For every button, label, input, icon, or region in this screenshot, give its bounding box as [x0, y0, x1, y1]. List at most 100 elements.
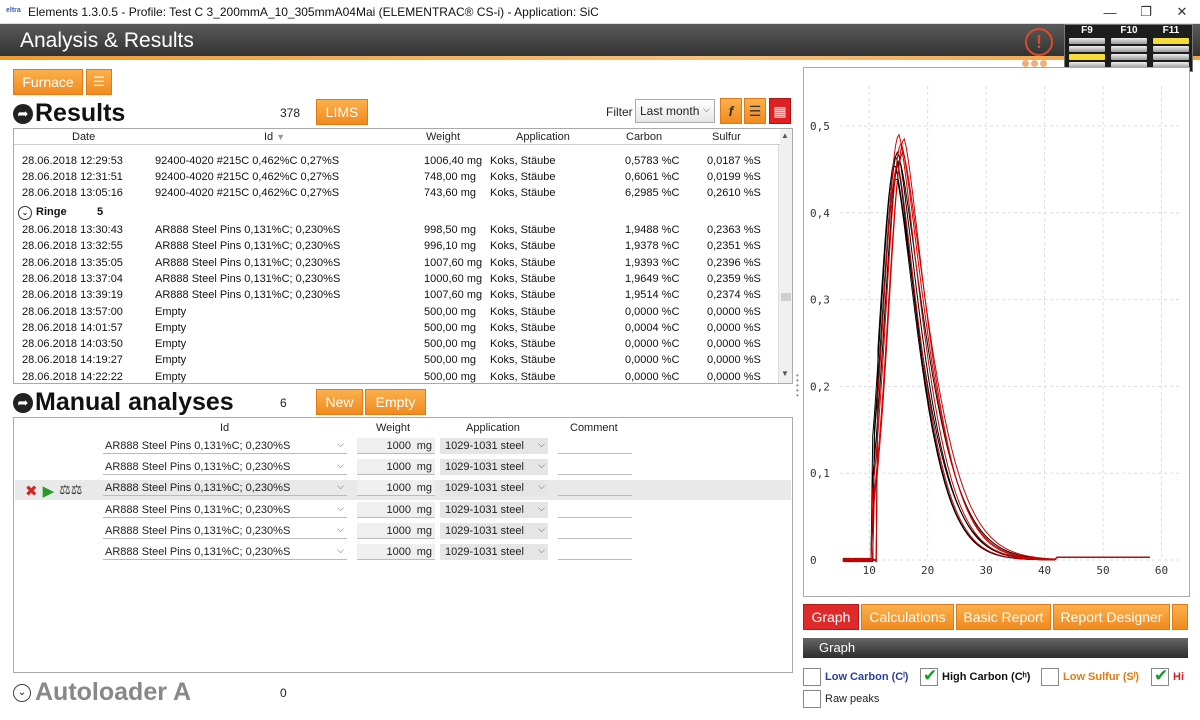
col-date[interactable]: Date: [72, 131, 95, 143]
manual-col-comment: Comment: [570, 422, 618, 434]
comment-input[interactable]: [558, 480, 632, 497]
weight-input[interactable]: 1000 mg: [357, 544, 435, 560]
export-pdf-icon[interactable]: ▦: [769, 98, 791, 124]
list-icon[interactable]: ☰: [744, 98, 766, 124]
col-sulfur[interactable]: Sulfur: [712, 131, 741, 143]
pin-icon[interactable]: ➦: [13, 103, 33, 124]
weight-input[interactable]: 1000 mg: [357, 522, 435, 539]
low-carbon-checkbox[interactable]: [803, 668, 821, 686]
tab-basic-report[interactable]: Basic Report: [956, 604, 1051, 630]
raw-peaks-checkbox[interactable]: [803, 690, 821, 708]
sample-id-select[interactable]: AR888 Steel Pins 0,131%C; 0,230%S ⌵: [103, 502, 347, 518]
manual-table[interactable]: Id Weight Application Comment AR888 Stee…: [13, 417, 793, 673]
expand-icon[interactable]: ⌄: [13, 683, 31, 702]
tab-graph[interactable]: Graph: [803, 604, 859, 630]
table-row[interactable]: 28.06.2018 13:57:00 Empty 500,00 mg Koks, S…: [14, 304, 780, 320]
application-select[interactable]: 1029-1031 steel ⌵: [440, 459, 548, 476]
minimize-icon[interactable]: —: [1092, 0, 1128, 24]
results-table[interactable]: Date Id ▼ Weight Application Carbon Sulf…: [13, 128, 793, 384]
high-carbon-checkbox[interactable]: [920, 666, 938, 686]
empty-button[interactable]: Empty: [365, 389, 426, 415]
autoloader-section-title[interactable]: ⌄ Autoloader A: [13, 678, 191, 707]
balance-icon[interactable]: ⚖⚖: [59, 482, 82, 500]
application-select[interactable]: 1029-1031 steel ⌵: [440, 501, 548, 518]
table-row[interactable]: 28.06.2018 13:39:19 AR888 Steel Pins 0,13…: [14, 287, 780, 303]
sample-id-select[interactable]: AR888 Steel Pins 0,131%C; 0,230%S ⌵: [103, 480, 347, 497]
tab-report-designer[interactable]: Report Designer: [1053, 604, 1170, 630]
restore-icon[interactable]: ❐: [1128, 0, 1164, 24]
table-row[interactable]: 28.06.2018 14:01:57 Empty 500,00 mg Koks, S…: [14, 320, 780, 336]
table-row[interactable]: 28.06.2018 12:29:53 92400-4020 #215C 0,46…: [14, 153, 780, 169]
furnace-button[interactable]: Furnace: [13, 69, 83, 95]
sample-id-select[interactable]: AR888 Steel Pins 0,131%C; 0,230%S ⌵: [103, 544, 347, 560]
play-icon[interactable]: ▶: [43, 482, 55, 500]
scrollbar-thumb[interactable]: [781, 293, 791, 301]
low-sulfur-checkbox[interactable]: [1041, 668, 1059, 686]
lims-button[interactable]: LIMS: [316, 99, 368, 125]
table-cell: 28.06.2018 14:01:57: [22, 321, 123, 334]
application-select[interactable]: 1029-1031 steel ⌵: [440, 438, 548, 454]
sample-id-select[interactable]: AR888 Steel Pins 0,131%C; 0,230%S ⌵: [103, 438, 347, 454]
pin-icon[interactable]: ➦: [13, 392, 33, 413]
delete-icon[interactable]: ✖: [25, 482, 38, 500]
manual-row[interactable]: AR888 Steel Pins 0,131%C; 0,230%S ⌵ 1000 mg…: [15, 438, 791, 458]
results-section-title[interactable]: ➦ Results: [13, 99, 125, 128]
furnace-status-panel[interactable]: F9 F10 F11: [1064, 24, 1193, 72]
table-row[interactable]: 28.06.2018 13:37:04 AR888 Steel Pins 0,13…: [14, 271, 780, 287]
comment-input[interactable]: [558, 523, 632, 539]
comment-input[interactable]: [558, 459, 632, 476]
weight-input[interactable]: 1000 mg: [357, 459, 435, 476]
application-select[interactable]: 1029-1031 steel ⌵: [440, 480, 548, 497]
comment-input[interactable]: [558, 502, 632, 518]
fkey-f9[interactable]: F9: [1066, 25, 1108, 73]
manual-row[interactable]: AR888 Steel Pins 0,131%C; 0,230%S ⌵ 1000 mg…: [15, 501, 791, 522]
table-row[interactable]: 28.06.2018 13:30:43 AR888 Steel Pins 0,13…: [14, 222, 780, 238]
manual-row[interactable]: AR888 Steel Pins 0,131%C; 0,230%S ⌵ 1000 mg…: [15, 544, 791, 564]
col-id[interactable]: Id ▼: [264, 131, 285, 143]
fkey-f10[interactable]: F10: [1108, 25, 1150, 73]
tab-overflow[interactable]: [1172, 604, 1188, 630]
formula-icon[interactable]: f: [720, 98, 742, 124]
comment-input[interactable]: [558, 438, 632, 454]
comment-input[interactable]: [558, 544, 632, 560]
results-scrollbar[interactable]: ▲ ▼: [778, 129, 792, 383]
status-dots-icon: [1022, 56, 1062, 67]
y-tick-label: 0: [810, 554, 817, 567]
table-row[interactable]: 28.06.2018 14:19:27 Empty 500,00 mg Koks, S…: [14, 352, 780, 368]
col-weight[interactable]: Weight: [426, 131, 460, 143]
application-select[interactable]: 1029-1031 steel ⌵: [440, 522, 548, 539]
table-row[interactable]: 28.06.2018 14:22:22 Empty 500,00 mg Koks, S…: [14, 369, 780, 383]
manual-section-title[interactable]: ➦ Manual analyses: [13, 388, 234, 417]
table-row[interactable]: 28.06.2018 13:32:55 AR888 Steel Pins 0,13…: [14, 238, 780, 254]
manual-row[interactable]: AR888 Steel Pins 0,131%C; 0,230%S ⌵ 1000 mg…: [15, 459, 791, 479]
table-row[interactable]: 28.06.2018 12:31:51 92400-4020 #215C 0,46…: [14, 169, 780, 185]
col-carbon[interactable]: Carbon: [626, 131, 662, 143]
application-select[interactable]: 1029-1031 steel ⌵: [440, 544, 548, 560]
new-button[interactable]: New: [316, 389, 363, 415]
col-application[interactable]: Application: [516, 131, 570, 143]
sample-id-select[interactable]: AR888 Steel Pins 0,131%C; 0,230%S ⌵: [103, 459, 347, 476]
page-title: Analysis & Results: [20, 29, 194, 52]
analysis-graph[interactable]: 10 20 30 40 50 60 0 0,1 0,2 0,3 0,4 0,5: [803, 67, 1190, 597]
tab-calculations[interactable]: Calculations: [861, 604, 954, 630]
table-row[interactable]: 28.06.2018 14:03:50 Empty 500,00 mg Koks, S…: [14, 336, 780, 352]
close-icon[interactable]: ✕: [1164, 0, 1200, 24]
fkey-f11[interactable]: F11: [1150, 25, 1192, 73]
manual-row[interactable]: ✖ ▶ ⚖⚖ AR888 Steel Pins 0,131%C; 0,230%S ⌵ 10…: [15, 480, 791, 501]
furnace-settings-icon[interactable]: ☰: [86, 69, 112, 95]
sample-id-select[interactable]: AR888 Steel Pins 0,131%C; 0,230%S ⌵: [103, 523, 347, 539]
table-row[interactable]: 28.06.2018 13:05:16 92400-4020 #215C 0,46…: [14, 185, 780, 201]
weight-input[interactable]: 1000 mg: [357, 438, 435, 454]
table-cell: 748,00 mg: [424, 171, 476, 183]
manual-row[interactable]: AR888 Steel Pins 0,131%C; 0,230%S ⌵ 1000 mg…: [15, 522, 791, 543]
filter-select[interactable]: Last month ⌵: [635, 99, 715, 123]
collapse-icon[interactable]: ⌄: [18, 206, 32, 220]
alert-icon[interactable]: !: [1025, 28, 1053, 56]
weight-input[interactable]: 1000 mg: [357, 501, 435, 518]
table-cell: Koks, Stäube: [490, 272, 556, 285]
weight-input[interactable]: 1000 mg: [357, 480, 435, 497]
splitter-grip-icon[interactable]: • • • • •: [796, 372, 802, 403]
table-row[interactable]: 28.06.2018 13:35:05 AR888 Steel Pins 0,13…: [14, 255, 780, 271]
high-sulfur-checkbox[interactable]: [1151, 666, 1169, 686]
group-row[interactable]: ⌄ Ringe 5: [14, 204, 780, 220]
